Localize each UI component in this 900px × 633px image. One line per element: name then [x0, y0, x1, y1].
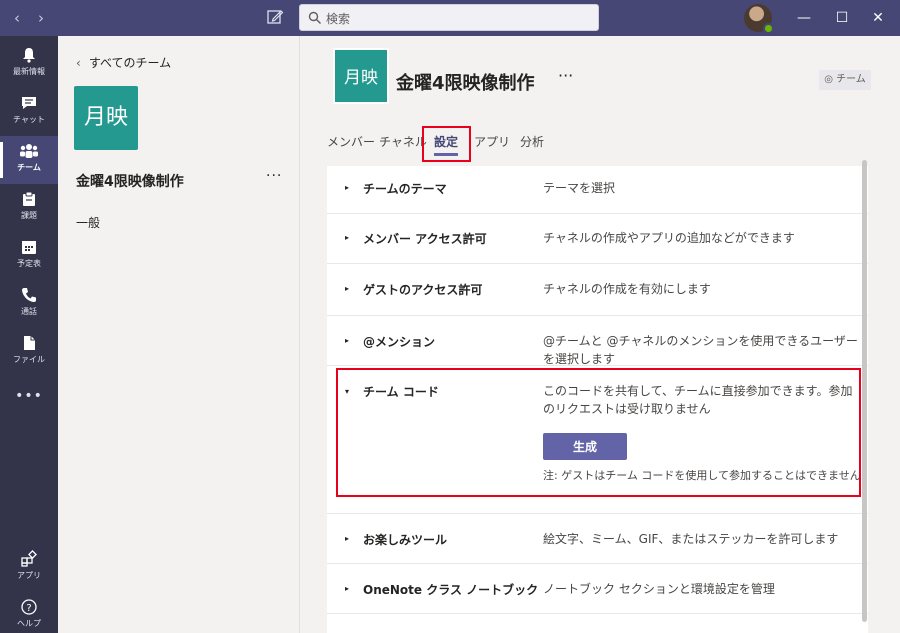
- setting-name: @メンション: [363, 335, 436, 349]
- settings-row-guest-permissions[interactable]: ▸ ゲストのアクセス許可 チャネルの作成を有効にします: [327, 264, 868, 316]
- expand-arrow-icon: ▸: [345, 584, 350, 593]
- maximize-button[interactable]: ☐: [832, 8, 852, 28]
- rail-label: チーム: [17, 163, 41, 172]
- rail-label: アプリ: [17, 571, 41, 580]
- setting-name: お楽しみツール: [363, 533, 448, 547]
- team-code-highlight-box: [336, 368, 861, 497]
- setting-name: ゲストのアクセス許可: [363, 283, 483, 297]
- rail-item-calls[interactable]: 通話: [0, 280, 58, 328]
- compose-icon[interactable]: [266, 8, 284, 26]
- chevron-left-icon: ‹: [76, 56, 81, 70]
- rail-item-files[interactable]: ファイル: [0, 328, 58, 376]
- setting-description: ノートブック セクションと環境設定を管理: [543, 582, 775, 596]
- rail-item-calendar[interactable]: 予定表: [0, 232, 58, 280]
- presence-available-icon: [763, 23, 774, 34]
- expand-arrow-icon: ▸: [345, 284, 350, 293]
- help-icon: ?: [21, 599, 37, 615]
- search-box[interactable]: 検索: [299, 4, 599, 31]
- svg-text:?: ?: [26, 603, 31, 614]
- minimize-button[interactable]: —: [794, 8, 814, 28]
- search-placeholder: 検索: [326, 12, 351, 26]
- team-more-options-icon[interactable]: ···: [266, 168, 282, 184]
- rail-item-activity[interactable]: 最新情報: [0, 40, 58, 88]
- expand-arrow-icon: ▸: [345, 233, 350, 242]
- channel-item-general[interactable]: 一般: [76, 214, 100, 231]
- chat-icon: [22, 97, 36, 109]
- tab-analytics[interactable]: 分析: [520, 133, 544, 150]
- setting-description: 絵文字、ミーム、GIF、またはステッカーを許可します: [543, 532, 839, 546]
- assignment-icon: [23, 191, 35, 206]
- setting-name: チームのテーマ: [363, 182, 447, 196]
- settings-row-fun-stuff[interactable]: ▸ お楽しみツール 絵文字、ミーム、GIF、またはステッカーを許可します: [327, 514, 868, 564]
- tab-members[interactable]: メンバー: [327, 133, 375, 150]
- rail-item-help[interactable]: ? ヘルプ: [0, 592, 58, 633]
- search-icon: [308, 11, 321, 24]
- rail-label: 課題: [21, 211, 37, 220]
- close-button[interactable]: ✕: [868, 8, 888, 28]
- setting-name: メンバー アクセス許可: [363, 232, 487, 246]
- tab-channels[interactable]: チャネル: [379, 133, 427, 150]
- team-avatar: 月映: [74, 86, 138, 150]
- expand-arrow-icon: ▸: [345, 534, 350, 543]
- rail-label: 最新情報: [13, 67, 45, 76]
- rail-label: 予定表: [17, 259, 41, 268]
- user-avatar[interactable]: [744, 4, 774, 34]
- team-more-options-icon[interactable]: ···: [558, 66, 573, 85]
- teams-icon: [20, 144, 38, 158]
- expand-arrow-icon: ▸: [345, 183, 350, 192]
- rail-item-chat[interactable]: チャット: [0, 88, 58, 136]
- back-arrow-icon[interactable]: ‹: [8, 8, 26, 28]
- bell-icon: [23, 48, 35, 63]
- app-rail: 最新情報 チャット チーム 課題 予定表 通話 ファイル ••• アプリ ? ヘ…: [0, 36, 58, 633]
- page-title: 金曜4限映像制作: [396, 73, 535, 94]
- team-visibility-badge: ◎ チーム: [819, 70, 871, 90]
- tab-highlight-box: [422, 126, 471, 162]
- forward-arrow-icon[interactable]: ›: [32, 8, 50, 28]
- rail-item-more[interactable]: •••: [0, 380, 58, 416]
- rail-label: チャット: [13, 115, 45, 124]
- calendar-icon: [22, 241, 36, 254]
- phone-icon: [22, 288, 36, 302]
- rail-item-assignments[interactable]: 課題: [0, 184, 58, 232]
- badge-label: チーム: [836, 74, 866, 85]
- setting-name: OneNote クラス ノートブック: [363, 583, 539, 597]
- settings-row-member-permissions[interactable]: ▸ メンバー アクセス許可 チャネルの作成やアプリの追加などができます: [327, 214, 868, 264]
- rail-item-teams[interactable]: チーム: [0, 136, 58, 184]
- rail-label: 通話: [21, 307, 37, 316]
- team-avatar: 月映: [333, 48, 389, 104]
- setting-description: @チームと @チャネルのメンションを使用できるユーザーを選択します: [543, 334, 858, 366]
- title-bar: ‹ › 検索 — ☐ ✕: [0, 0, 900, 36]
- apps-icon: [21, 550, 37, 567]
- back-to-all-teams[interactable]: ‹ すべてのチーム: [76, 54, 171, 71]
- rail-item-apps[interactable]: アプリ: [0, 544, 58, 592]
- setting-description: チャネルの作成やアプリの追加などができます: [543, 231, 795, 245]
- back-label: すべてのチーム: [88, 56, 172, 70]
- tab-apps[interactable]: アプリ: [474, 133, 510, 150]
- more-icon: •••: [15, 388, 43, 404]
- setting-description: チャネルの作成を有効にします: [543, 282, 711, 296]
- rail-label: ヘルプ: [17, 619, 41, 628]
- team-panel: ‹ すべてのチーム 月映 金曜4限映像制作 ··· 一般: [58, 36, 300, 633]
- settings-scrollbar[interactable]: [862, 160, 867, 622]
- expand-arrow-icon: ▸: [345, 336, 350, 345]
- setting-description: テーマを選択: [543, 181, 616, 195]
- settings-row-mentions[interactable]: ▸ @メンション @チームと @チャネルのメンションを使用できるユーザーを選択し…: [327, 316, 868, 366]
- file-icon: [24, 336, 35, 350]
- settings-row-onenote[interactable]: ▸ OneNote クラス ノートブック ノートブック セクションと環境設定を管…: [327, 564, 868, 614]
- team-name[interactable]: 金曜4限映像制作: [76, 171, 184, 191]
- settings-row-team-theme[interactable]: ▸ チームのテーマ テーマを選択: [327, 166, 868, 214]
- eye-icon: ◎: [824, 74, 833, 85]
- rail-label: ファイル: [13, 355, 45, 364]
- main-content: 月映 金曜4限映像制作 ··· ◎ チーム メンバー チャネル 設定 アプリ 分…: [300, 36, 900, 633]
